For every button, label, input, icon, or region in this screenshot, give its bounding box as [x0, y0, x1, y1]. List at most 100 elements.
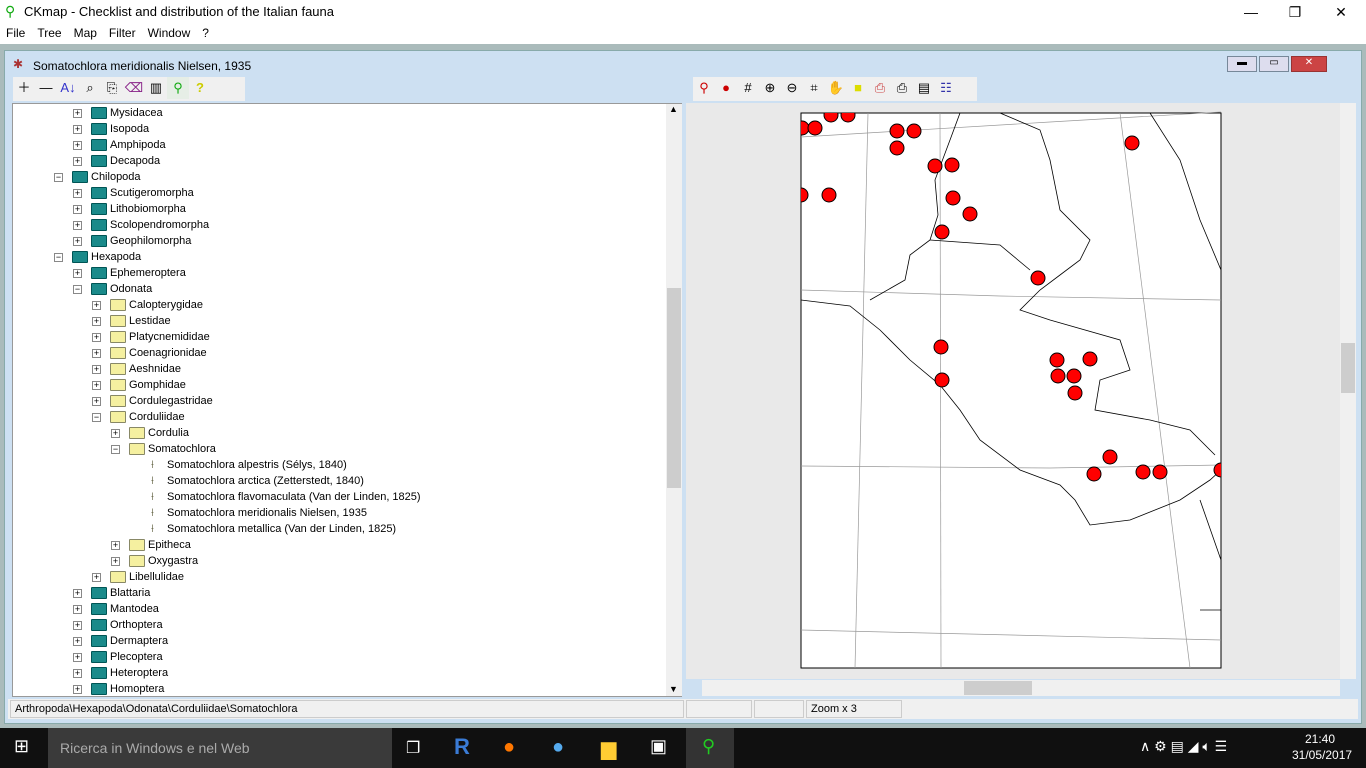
scroll-up-arrow[interactable]: ▲: [669, 104, 678, 114]
zoom-in-button[interactable]: ⊕: [759, 77, 781, 99]
taxonomy-tree[interactable]: + Mysidacea + Isopoda + Amphipoda + Decapoda − Ch…: [12, 103, 682, 697]
grid-button[interactable]: #: [737, 77, 759, 99]
expand-toggle[interactable]: +: [73, 141, 82, 150]
tree-item[interactable]: + Mysidacea: [13, 105, 663, 121]
expand-toggle[interactable]: +: [73, 237, 82, 246]
tree-item[interactable]: + Isopoda: [13, 121, 663, 137]
expand-toggle[interactable]: +: [92, 349, 101, 358]
tree-item[interactable]: + Plecoptera: [13, 649, 663, 665]
cmd-icon[interactable]: ▣: [650, 736, 667, 757]
expand-toggle[interactable]: +: [73, 189, 82, 198]
crop-button[interactable]: ⌗: [803, 77, 825, 99]
tree-item[interactable]: − Hexapoda: [13, 249, 663, 265]
tree-item[interactable]: + Lithobiomorpha: [13, 201, 663, 217]
expand-toggle[interactable]: +: [111, 557, 120, 566]
print-button[interactable]: ⎙: [891, 77, 913, 99]
print-color-button[interactable]: ⎙: [869, 77, 891, 99]
firefox-icon[interactable]: ●: [503, 736, 515, 759]
task-view-icon[interactable]: ❐: [406, 738, 420, 758]
distribution-map[interactable]: [686, 103, 1340, 679]
child-minimize-button[interactable]: ▬: [1227, 56, 1257, 72]
tree-item[interactable]: + Geophilomorpha: [13, 233, 663, 249]
thunderbird-icon[interactable]: ●: [552, 736, 564, 759]
expand-toggle[interactable]: +: [73, 157, 82, 166]
map-hscrollbar[interactable]: [702, 680, 1340, 696]
tree-item[interactable]: + Mantodea: [13, 601, 663, 617]
expand-toggle[interactable]: +: [73, 637, 82, 646]
child-maximize-button[interactable]: ▭: [1259, 56, 1289, 72]
tree-item[interactable]: ⟊ Somatochlora metallica (Van der Linden,…: [13, 521, 663, 537]
maximize-button[interactable]: ❐: [1272, 0, 1318, 24]
legend-button[interactable]: ☷: [935, 77, 957, 99]
tree-item[interactable]: + Homoptera: [13, 681, 663, 696]
search-box[interactable]: Ricerca in Windows e nel Web: [48, 728, 392, 768]
scroll-down-arrow[interactable]: ▼: [669, 684, 678, 694]
note-button[interactable]: ■: [847, 77, 869, 99]
expand-toggle[interactable]: +: [92, 397, 101, 406]
expand-toggle[interactable]: +: [111, 541, 120, 550]
map-vscrollbar[interactable]: [1340, 103, 1356, 679]
expand-toggle[interactable]: +: [73, 653, 82, 662]
map-pane[interactable]: [686, 103, 1340, 679]
close-button[interactable]: ✕: [1318, 0, 1364, 24]
expand-toggle[interactable]: +: [92, 573, 101, 582]
tree-item[interactable]: + Epitheca: [13, 537, 663, 553]
tree-item[interactable]: ⟊ Somatochlora meridionalis Nielsen, 1935: [13, 505, 663, 521]
expand-toggle[interactable]: +: [73, 605, 82, 614]
tree-item[interactable]: ⟊ Somatochlora flavomaculata (Van der Lin…: [13, 489, 663, 505]
tree-item[interactable]: + Gomphidae: [13, 377, 663, 393]
expand-toggle[interactable]: +: [111, 429, 120, 438]
zoom-out-button[interactable]: ⊖: [781, 77, 803, 99]
collapse-button[interactable]: —: [35, 77, 57, 99]
tree-item[interactable]: + Aeshnidae: [13, 361, 663, 377]
collapse-toggle[interactable]: −: [111, 445, 120, 454]
expand-toggle[interactable]: +: [92, 365, 101, 374]
eraser-button[interactable]: ⌫: [123, 77, 145, 99]
collapse-toggle[interactable]: −: [54, 253, 63, 262]
expand-toggle[interactable]: +: [92, 381, 101, 390]
expand-toggle[interactable]: +: [73, 269, 82, 278]
italy-pin-button[interactable]: ⚲: [693, 77, 715, 99]
windows-start-icon[interactable]: ⊞: [14, 736, 29, 757]
tree-item[interactable]: + Cordulegastridae: [13, 393, 663, 409]
tree-item[interactable]: − Odonata: [13, 281, 663, 297]
collapse-toggle[interactable]: −: [73, 285, 82, 294]
expand-toggle[interactable]: +: [73, 589, 82, 598]
sort-button[interactable]: A↓: [57, 77, 79, 99]
expand-button[interactable]: ＋: [13, 77, 35, 99]
tree-scrollbar[interactable]: ▲ ▼: [666, 104, 682, 696]
map-button[interactable]: ⚲: [167, 77, 189, 99]
menu-help[interactable]: ?: [196, 24, 215, 42]
expand-toggle[interactable]: +: [73, 669, 82, 678]
expand-toggle[interactable]: +: [92, 333, 101, 342]
tree-item[interactable]: + Dermaptera: [13, 633, 663, 649]
menu-file[interactable]: File: [0, 24, 31, 42]
pin-button[interactable]: ●: [715, 77, 737, 99]
tree-item[interactable]: + Calopterygidae: [13, 297, 663, 313]
expand-toggle[interactable]: +: [92, 317, 101, 326]
tree-item[interactable]: + Lestidae: [13, 313, 663, 329]
menu-window[interactable]: Window: [142, 24, 197, 42]
tree-item[interactable]: + Cordulia: [13, 425, 663, 441]
map-vscroll-thumb[interactable]: [1341, 343, 1355, 393]
tree-item[interactable]: + Scutigeromorpha: [13, 185, 663, 201]
clock-time[interactable]: 21:40: [1305, 732, 1335, 746]
tree-item[interactable]: − Somatochlora: [13, 441, 663, 457]
child-close-button[interactable]: ✕: [1291, 56, 1327, 72]
map-hscroll-thumb[interactable]: [964, 681, 1032, 695]
tree-item[interactable]: − Chilopoda: [13, 169, 663, 185]
expand-toggle[interactable]: +: [73, 109, 82, 118]
tree-item[interactable]: + Amphipoda: [13, 137, 663, 153]
r-icon[interactable]: R: [454, 734, 470, 760]
tree-item[interactable]: + Orthoptera: [13, 617, 663, 633]
tree-item[interactable]: + Heteroptera: [13, 665, 663, 681]
tray-tools[interactable]: ∧ ⚙ ▤ ◢ 🔈︎ ☰: [1140, 738, 1227, 755]
expand-toggle[interactable]: +: [92, 301, 101, 310]
notes-button[interactable]: ⎘: [101, 77, 123, 99]
menu-map[interactable]: Map: [68, 24, 103, 42]
tree-item[interactable]: + Coenagrionidae: [13, 345, 663, 361]
pan-button[interactable]: ✋: [825, 77, 847, 99]
expand-toggle[interactable]: +: [73, 685, 82, 694]
tree-item[interactable]: + Blattaria: [13, 585, 663, 601]
tree-item[interactable]: + Decapoda: [13, 153, 663, 169]
